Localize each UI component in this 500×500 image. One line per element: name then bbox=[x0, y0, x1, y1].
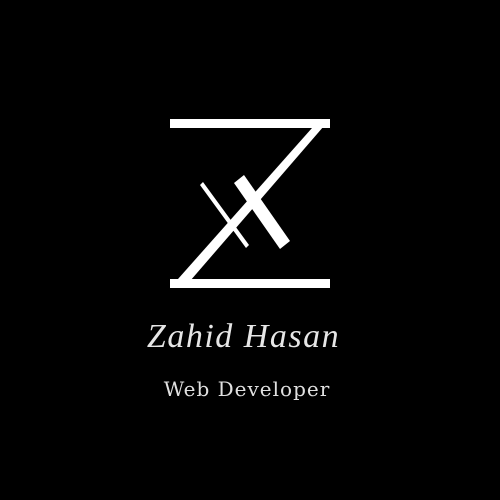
logo-canvas: Zahid Hasan Web Developer bbox=[0, 0, 500, 500]
z-bottom-bar bbox=[170, 279, 330, 288]
z-top-bar bbox=[170, 119, 330, 128]
brand-tagline: Web Developer bbox=[163, 377, 331, 401]
brand-name: Zahid Hasan bbox=[146, 318, 341, 355]
z-monogram-icon bbox=[170, 119, 330, 288]
